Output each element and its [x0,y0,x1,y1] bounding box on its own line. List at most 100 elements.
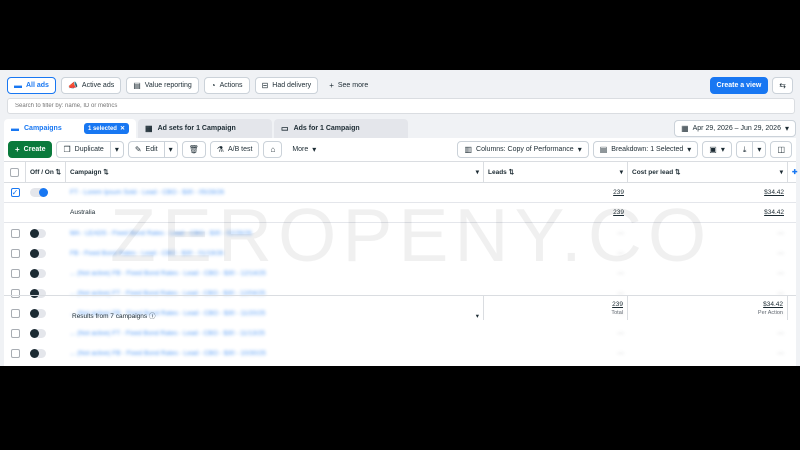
plus-icon: + [329,80,334,90]
close-icon[interactable]: ✕ [120,125,125,132]
reports-button[interactable]: ▣ ▾ [702,141,732,158]
row-checkbox[interactable] [10,248,20,258]
more-button[interactable]: More ▾ [286,141,323,158]
campaign-name-cell[interactable]: FT - Lorem Ipsum Sold - Lead - CBO - $30… [66,183,484,202]
export-menu-button[interactable]: ▾ [753,141,767,158]
campaign-toggle[interactable] [30,228,46,238]
tab-campaigns[interactable]: ▬ Campaigns 1 selected ✕ [4,119,136,138]
sort-icon[interactable]: ⇅ [56,168,61,176]
see-more-label: See more [337,82,369,89]
chevron-down-icon[interactable]: ▾ [780,168,783,176]
campaign-name-cell[interactable]: ... (Not active) FB - Fixed Bond Rates -… [66,263,484,283]
see-more-button[interactable]: + See more [323,77,374,94]
active-ads-button[interactable]: 📣 Active ads [60,77,122,94]
selected-chip-label: 1 selected [87,125,117,132]
columns-button[interactable]: ▥ Columns: Copy of Performance ▾ [457,141,589,158]
table-row[interactable]: ... (Not active) FB - Fixed Bond Rates -… [4,263,796,283]
row-checkbox[interactable] [10,328,20,338]
edit-menu-button[interactable]: ▾ [164,141,178,158]
selected-chip[interactable]: 1 selected ✕ [83,123,129,134]
leads-header[interactable]: Leads ⇅ ▾ [484,162,628,182]
add-column-icon[interactable]: ✚ [792,168,797,176]
campaign-name-cell[interactable]: ... (Not active) FT - Fixed Bond Rates -… [66,323,484,343]
delete-button[interactable]: 🗑 [181,141,206,158]
date-range-picker[interactable]: ▦ Apr 29, 2026 – Jun 29, 2026 ▾ [674,120,796,137]
folder-icon: ▬ [14,80,22,90]
campaign-name-cell[interactable]: MA - LEADS - Fixed Bond Rates - Lead - C… [66,223,484,243]
grid-icon: ▦ [145,123,153,133]
chevron-down-icon[interactable]: ▾ [476,168,479,176]
breakdown-spacer [4,203,26,222]
campaign-name[interactable]: MA - LEADS - Fixed Bond Rates - Lead - C… [70,230,252,237]
leads-value[interactable]: 239 [613,189,624,196]
duplicate-menu-button[interactable]: ▾ [110,141,124,158]
all-ads-button[interactable]: ▬ All ads [7,77,56,94]
info-icon[interactable]: ⓘ [149,313,156,320]
select-all-checkbox[interactable] [10,167,19,177]
campaign-name[interactable]: ... (Not active) FB - Fixed Bond Rates -… [70,350,266,357]
row-checkbox[interactable] [10,268,20,278]
tab-ad-sets[interactable]: ▦ Ad sets for 1 Campaign [138,119,272,138]
tab-ad-sets-label: Ad sets for 1 Campaign [157,125,236,132]
row-select-cell [4,343,26,363]
table-row[interactable]: MA - LEADS - Fixed Bond Rates - Lead - C… [4,223,796,243]
campaign-name[interactable]: FB - Fixed Bond Rates - Lead - CBO - $30… [70,250,224,257]
chevron-down-icon: ▾ [312,144,317,154]
totals-cost[interactable]: $34.42 [763,301,783,308]
campaign-header[interactable]: Campaign ⇅ ▾ [66,162,484,182]
actions-button[interactable]: ◔ Actions [203,77,250,94]
leads-cell: — [484,343,628,363]
leads-cell: — [484,263,628,283]
breakdown-leads[interactable]: 239 [613,209,624,216]
campaign-name[interactable]: ... (Not active) FB - Fixed Bond Rates -… [70,270,266,277]
campaign-toggle[interactable] [30,188,48,197]
breakdown-cost[interactable]: $34.42 [764,209,784,216]
row-checkbox[interactable]: ✓ [10,188,20,197]
campaign-toggle[interactable] [30,248,46,258]
tab-ads[interactable]: ▭ Ads for 1 Campaign [274,119,408,138]
campaign-toggle[interactable] [30,348,46,358]
table-row[interactable]: FB - Fixed Bond Rates - Lead - CBO - $30… [4,243,796,263]
tag-button[interactable]: ⌂ [263,141,283,158]
campaign-name[interactable]: FT - Lorem Ipsum Sold - Lead - CBO - $30… [70,189,224,196]
totals-cost-cell: $34.42 Per Action [628,296,788,320]
off-on-header[interactable]: Off / On ⇅ [26,162,66,182]
value-reporting-button[interactable]: ▤ Value reporting [126,77,199,94]
campaign-header-label: Campaign [70,169,102,176]
search-input[interactable] [15,103,787,109]
row-checkbox[interactable] [10,228,20,238]
row-checkbox[interactable] [10,348,20,358]
had-delivery-button[interactable]: ⊟ Had delivery [254,77,319,94]
select-all-cell [4,162,26,182]
chart-toggle-button[interactable]: ◫ [770,141,792,158]
breakdown-leads-cell: 239 [484,203,628,222]
cost-cell: — [628,343,788,363]
chevron-down-icon[interactable]: ▾ [476,312,479,320]
toolbar: + Create ❐ Duplicate ▾ ✎ Edit ▾ 🗑 ⚗ A/B test… [8,141,792,158]
ab-test-button[interactable]: ⚗ A/B test [209,141,260,158]
level-tabs: ▬ Campaigns 1 selected ✕ ▦ Ad sets for 1 … [4,119,796,138]
settings-button[interactable]: ⇆ [772,77,793,94]
campaign-name[interactable]: ... (Not active) FT - Fixed Bond Rates -… [70,330,265,337]
table-row[interactable]: ✓ FT - Lorem Ipsum Sold - Lead - CBO - $… [4,183,796,203]
cost-value[interactable]: $34.42 [764,189,784,196]
breakdown-button[interactable]: ▤ Breakdown: 1 Selected ▾ [592,141,699,158]
campaign-name-cell[interactable]: FB - Fixed Bond Rates - Lead - CBO - $30… [66,243,484,263]
export-button[interactable]: ⤓ [735,141,754,158]
totals-leads[interactable]: 239 [612,301,623,308]
chevron-down-icon[interactable]: ▾ [620,168,623,176]
table-row[interactable]: ... (Not active) FT - Fixed Bond Rates -… [4,323,796,343]
edit-button[interactable]: ✎ Edit [127,141,165,158]
table-row[interactable]: ... (Not active) FB - Fixed Bond Rates -… [4,343,796,363]
leads-cell: 239 [484,183,628,202]
search-bar[interactable] [7,98,795,114]
create-view-button[interactable]: Create a view [709,77,769,94]
campaign-toggle[interactable] [30,328,46,338]
campaign-name-cell[interactable]: ... (Not active) FB - Fixed Bond Rates -… [66,343,484,363]
create-button[interactable]: + Create [8,141,53,158]
row-select-cell: ✓ [4,183,26,202]
duplicate-button[interactable]: ❐ Duplicate [56,141,111,158]
campaign-panel: + Create ❐ Duplicate ▾ ✎ Edit ▾ 🗑 ⚗ A/B test… [4,138,797,366]
cost-per-lead-header[interactable]: Cost per lead ⇅ ▾ [628,162,788,182]
campaign-toggle[interactable] [30,268,46,278]
